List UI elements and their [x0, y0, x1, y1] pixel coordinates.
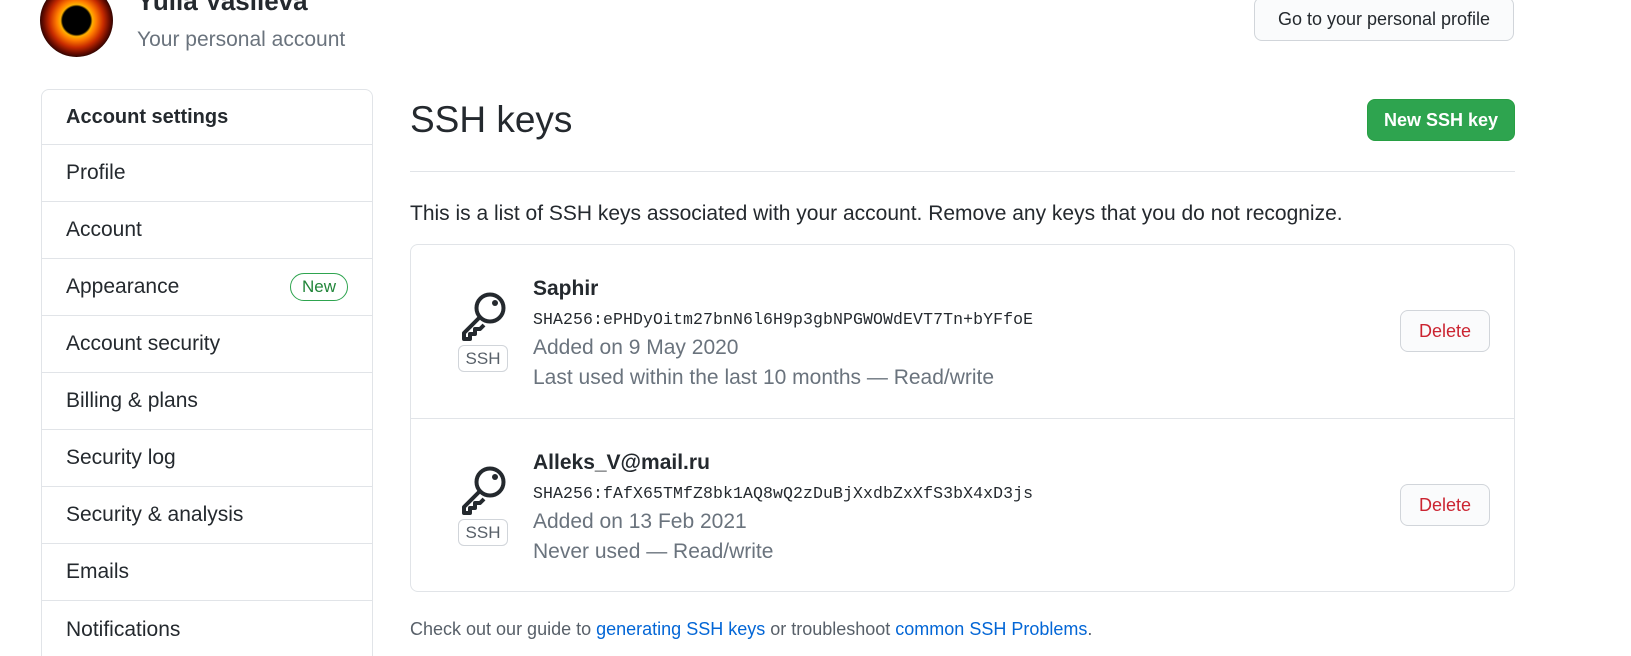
ssh-keys-panel: SSH keys New SSH key This is a list of S…: [410, 89, 1515, 642]
key-title: Saphir: [533, 277, 599, 300]
new-badge: New: [289, 273, 348, 301]
sidebar-item-label: Security log: [66, 446, 176, 469]
help-text-prefix: Check out our guide to: [410, 619, 597, 639]
ssh-key-item: SSH Alleks_V@mail.ru SHA256:fAfX65TMfZ8b…: [411, 419, 1514, 591]
sidebar-item-profile[interactable]: Profile: [42, 145, 372, 202]
sidebar-item-label: Emails: [66, 560, 130, 583]
settings-sidebar: Account settings Profile Account Appeara…: [41, 89, 373, 656]
ssh-type-label: SSH: [458, 519, 508, 546]
help-text-suffix: .: [1087, 619, 1093, 639]
sidebar-item-label: Notifications: [66, 617, 181, 641]
page-header: SSH keys New SSH key: [410, 89, 1515, 172]
settings-page: Yulia Vasileva Your personal account Go …: [0, 0, 1631, 656]
ssh-help-text: Check out our guide to generating SSH ke…: [410, 616, 1515, 642]
ssh-type-label: SSH: [458, 345, 508, 372]
key-fingerprint: SHA256:ePHDyOitm27bnN6l6H9p3gbNPGWOWdEVT…: [533, 310, 1034, 329]
sidebar-item-label: Appearance: [66, 275, 180, 298]
account-header: Yulia Vasileva Your personal account Go …: [40, 0, 1514, 57]
sidebar-item-security-analysis[interactable]: Security & analysis: [42, 487, 372, 544]
sidebar-item-account[interactable]: Account: [42, 202, 372, 259]
sidebar-item-appearance[interactable]: Appearance New: [42, 259, 372, 316]
avatar[interactable]: [40, 0, 113, 57]
page-title: SSH keys: [410, 99, 573, 140]
sidebar-item-account-security[interactable]: Account security: [42, 316, 372, 373]
personal-profile-button[interactable]: Go to your personal profile: [1254, 0, 1514, 41]
key-added-date: Added on 13 Feb 2021: [533, 510, 747, 533]
generating-ssh-keys-link[interactable]: generating SSH keys: [596, 619, 765, 639]
new-ssh-key-button[interactable]: New SSH key: [1367, 99, 1515, 141]
ssh-key-list: SSH Saphir SHA256:ePHDyOitm27bnN6l6H9p3g…: [410, 244, 1515, 592]
delete-key-button[interactable]: Delete: [1400, 310, 1490, 352]
sidebar-item-notifications[interactable]: Notifications: [42, 601, 372, 656]
sidebar-item-emails[interactable]: Emails: [42, 544, 372, 601]
key-icon: [458, 464, 510, 518]
delete-key-button[interactable]: Delete: [1400, 484, 1490, 526]
sidebar-item-label: Security & analysis: [66, 503, 244, 526]
key-usage-status: Last used within the last 10 months — Re…: [533, 366, 995, 389]
sidebar-item-label: Account: [66, 218, 142, 241]
key-fingerprint: SHA256:fAfX65TMfZ8bk1AQ8wQ2zDuBjXxdbZxXf…: [533, 484, 1034, 503]
common-ssh-problems-link[interactable]: common SSH Problems: [895, 619, 1087, 639]
account-subtitle: Your personal account: [137, 28, 346, 51]
sidebar-heading: Account settings: [42, 90, 372, 145]
sidebar-item-billing-plans[interactable]: Billing & plans: [42, 373, 372, 430]
help-text-middle: or troubleshoot: [765, 619, 896, 639]
ssh-keys-description: This is a list of SSH keys associated wi…: [410, 202, 1343, 225]
sidebar-item-label: Account security: [66, 332, 221, 355]
ssh-key-item: SSH Saphir SHA256:ePHDyOitm27bnN6l6H9p3g…: [411, 245, 1514, 419]
key-usage-status: Never used — Read/write: [533, 540, 774, 563]
sidebar-item-security-log[interactable]: Security log: [42, 430, 372, 487]
sidebar-item-label: Billing & plans: [66, 389, 198, 412]
key-added-date: Added on 9 May 2020: [533, 336, 739, 359]
user-name: Yulia Vasileva: [137, 0, 308, 16]
key-title: Alleks_V@mail.ru: [533, 451, 710, 474]
key-icon: [458, 290, 510, 344]
sidebar-item-label: Profile: [66, 161, 126, 184]
